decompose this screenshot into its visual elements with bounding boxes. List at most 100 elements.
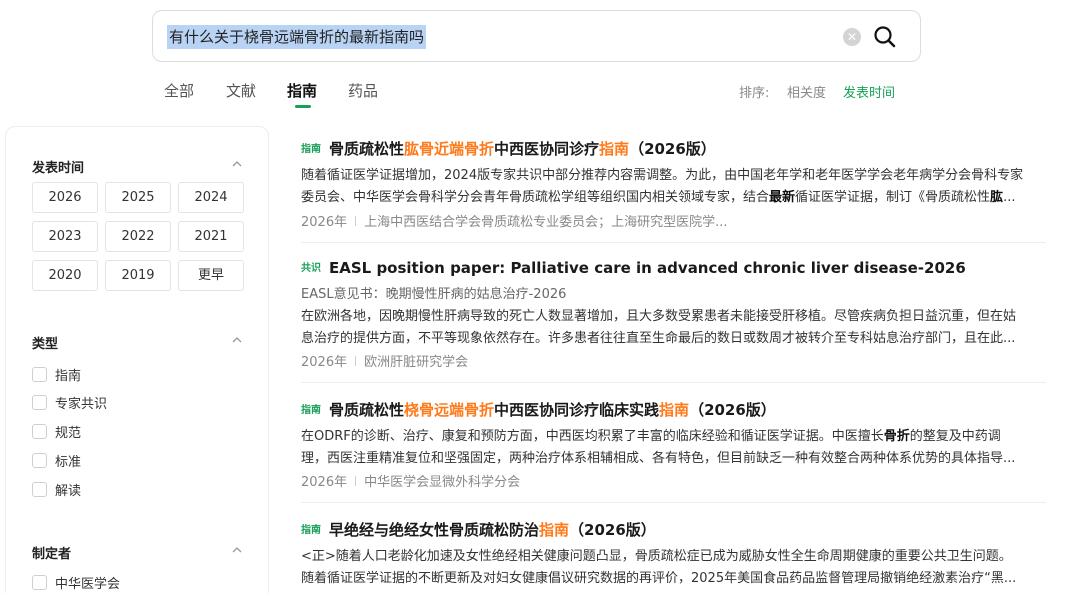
abstract-line: 息治疗的提供方面，不平等现象依然存在。许多患者往往直至生命最后的数日或数周才被转… xyxy=(301,331,1016,346)
checkbox-label: 指南 xyxy=(55,369,82,384)
checkbox-label: 专家共识 xyxy=(55,397,108,412)
title-segment: 骨质疏松性 xyxy=(329,401,405,419)
checkbox-label: 标准 xyxy=(55,455,82,470)
result-item: 共识 EASL position paper: Palliative care i… xyxy=(301,259,1046,383)
result-abstract: 在ODRF的诊断、治疗、康复和预防方面，中西医均积累了丰富的临床经验和循证医学证… xyxy=(301,426,1046,470)
abstract-segment: 在ODRF的诊断、治疗、康复和预防方面，中西医均积累了丰富的临床经验和循证医学证… xyxy=(301,429,884,444)
tab-literature[interactable]: 文献 xyxy=(226,80,256,101)
filter-title-publish-time: 发表时间 xyxy=(32,161,85,176)
search-icon[interactable] xyxy=(872,24,898,50)
year-button-2023[interactable]: 2023 xyxy=(32,221,98,252)
filter-title-maker: 制定者 xyxy=(32,547,72,562)
abstract-line: 随着循证医学证据的不断更新及对妇女健康倡议研究数据的再评价，2025年美国食品药… xyxy=(301,571,1017,586)
result-abstract: 在欧洲各地，因晚期慢性肝病导致的死亡人数显著增加，且大多数受累患者未能接受肝移植… xyxy=(301,306,1046,350)
abstract-line: 随着循证医学证据增加，2024版专家共识中部分推荐内容需调整。为此，由中国老年学… xyxy=(301,168,1024,183)
search-query-text[interactable]: 有什么关于桡骨远端骨折的最新指南吗 xyxy=(167,25,427,49)
result-subtitle: EASL意见书：晚期慢性肝病的姑息治疗-2026 xyxy=(301,287,567,302)
tab-all[interactable]: 全部 xyxy=(164,80,194,101)
title-highlight: 指南 xyxy=(659,401,690,419)
year-button-2025[interactable]: 2025 xyxy=(105,182,171,213)
checkbox-label: 中华医学会 xyxy=(55,577,121,592)
sort-by-relevance[interactable]: 相关度 xyxy=(787,82,826,101)
result-organization: 欧洲肝脏研究学会 xyxy=(364,355,469,370)
result-abstract: <正>随着人口老龄化加速及女性绝经相关健康问题凸显，骨质疏松症已成为威胁女性全生… xyxy=(301,546,1046,590)
result-year: 2026年 xyxy=(301,355,348,370)
checkbox[interactable] xyxy=(32,482,47,497)
title-highlight: 肱骨近端骨折 xyxy=(404,140,495,158)
abstract-keyword: 肱 xyxy=(990,190,1004,205)
tab-guidelines[interactable]: 指南 xyxy=(287,80,317,101)
title-segment: 中西医协同诊疗 xyxy=(494,140,600,158)
year-button-2019[interactable]: 2019 xyxy=(105,260,171,291)
tab-drugs[interactable]: 药品 xyxy=(348,80,378,101)
abstract-segment: ... xyxy=(1003,190,1016,205)
result-title[interactable]: 指南 骨质疏松性肱骨近端骨折中西医协同诊疗指南（2026版） xyxy=(301,138,716,159)
title-segment: EASL position paper: Palliative care in … xyxy=(329,259,966,277)
result-meta: 2026年 欧洲肝脏研究学会 xyxy=(301,351,468,370)
divider xyxy=(301,242,1046,243)
abstract-line: 在欧洲各地，因晚期慢性肝病导致的死亡人数显著增加，且大多数受累患者未能接受肝移植… xyxy=(301,309,1017,324)
abstract-segment: 委员会、中华医学会骨科学分会青年骨质疏松学组等组织国内相关领域专家，结合 xyxy=(301,190,770,205)
year-button-2022[interactable]: 2022 xyxy=(105,221,171,252)
abstract-line: 委员会、中华医学会骨科学分会青年骨质疏松学组等组织国内相关领域专家，结合最新循证… xyxy=(301,187,1046,209)
title-highlight: 桡骨远端骨折 xyxy=(404,401,495,419)
year-button-2026[interactable]: 2026 xyxy=(32,182,98,213)
abstract-keyword: 骨折 xyxy=(883,429,910,444)
chevron-up-icon[interactable] xyxy=(232,159,242,169)
abstract-segment: 循证医学证据，制订《骨质疏松性 xyxy=(795,190,991,205)
title-segment: 早绝经与绝经女性骨质疏松防治 xyxy=(329,521,540,539)
abstract-line: 理，西医注重精准复位和坚强固定，两种治疗体系相辅相成、各有特色，但目前缺乏一种有… xyxy=(301,451,1016,466)
checkbox[interactable] xyxy=(32,453,47,468)
result-abstract: 随着循证医学证据增加，2024版专家共识中部分推荐内容需调整。为此，由中国老年学… xyxy=(301,165,1046,209)
divider xyxy=(301,502,1046,503)
sort-by-publish-time[interactable]: 发表时间 xyxy=(843,82,895,101)
title-segment: 中西医协同诊疗临床实践 xyxy=(494,401,660,419)
checkbox-label: 规范 xyxy=(55,426,82,441)
filter-sidebar: 发表时间 2026 2025 2024 2023 2022 2021 2020 … xyxy=(5,126,269,593)
year-button-earlier[interactable]: 更早 xyxy=(178,260,244,291)
result-title[interactable]: 指南 早绝经与绝经女性骨质疏松防治指南（2026版） xyxy=(301,519,656,540)
checkbox[interactable] xyxy=(32,424,47,439)
result-organization: 中华医学会显微外科学分会 xyxy=(364,475,521,490)
title-segment: （2026版） xyxy=(689,401,776,419)
checkbox-label: 解读 xyxy=(55,484,82,499)
result-year: 2026年 xyxy=(301,215,348,230)
result-meta: 2026年 中华医学会显微外科学分会 xyxy=(301,471,520,490)
chevron-up-icon[interactable] xyxy=(232,335,242,345)
result-title[interactable]: 指南 骨质疏松性桡骨远端骨折中西医协同诊疗临床实践指南（2026版） xyxy=(301,399,776,420)
checkbox[interactable] xyxy=(32,395,47,410)
divider xyxy=(301,382,1046,383)
title-segment: （2026版） xyxy=(629,140,716,158)
year-button-2021[interactable]: 2021 xyxy=(178,221,244,252)
result-type-badge: 指南 xyxy=(301,144,321,155)
result-item: 指南 早绝经与绝经女性骨质疏松防治指南（2026版） <正>随着人口老龄化加速及女… xyxy=(301,519,1046,593)
result-organization: 上海中西医结合学会骨质疏松专业委员会；上海研究型医院学... xyxy=(364,215,728,230)
title-highlight: 指南 xyxy=(599,140,630,158)
checkbox[interactable] xyxy=(32,367,47,382)
abstract-line: 在ODRF的诊断、治疗、康复和预防方面，中西医均积累了丰富的临床经验和循证医学证… xyxy=(301,426,1046,448)
title-highlight: 指南 xyxy=(539,521,570,539)
abstract-segment: 的整复及中药调 xyxy=(909,429,1001,444)
result-item: 指南 骨质疏松性桡骨远端骨折中西医协同诊疗临床实践指南（2026版） 在ODRF的… xyxy=(301,399,1046,503)
search-bar: 有什么关于桡骨远端骨折的最新指南吗 ✕ xyxy=(152,10,921,62)
search-input[interactable]: 有什么关于桡骨远端骨折的最新指南吗 xyxy=(167,25,427,49)
filter-title-type: 类型 xyxy=(32,337,59,352)
meta-separator xyxy=(355,476,357,486)
result-title[interactable]: 共识 EASL position paper: Palliative care i… xyxy=(301,259,966,277)
result-type-badge: 共识 xyxy=(301,263,321,274)
checkbox[interactable] xyxy=(32,575,47,590)
result-type-badge: 指南 xyxy=(301,405,321,416)
active-tab-indicator xyxy=(295,105,311,108)
abstract-keyword: 最新 xyxy=(769,190,796,205)
result-item: 指南 骨质疏松性肱骨近端骨折中西医协同诊疗指南（2026版） 随着循证医学证据增加… xyxy=(301,138,1046,243)
result-type-badge: 指南 xyxy=(301,525,321,536)
year-button-2020[interactable]: 2020 xyxy=(32,260,98,291)
year-button-2024[interactable]: 2024 xyxy=(178,182,244,213)
abstract-line: <正>随着人口老龄化加速及女性绝经相关健康问题凸显，骨质疏松症已成为威胁女性全生… xyxy=(301,549,1012,564)
chevron-up-icon[interactable] xyxy=(232,545,242,555)
clear-icon[interactable]: ✕ xyxy=(843,28,861,46)
title-segment: 骨质疏松性 xyxy=(329,140,405,158)
result-year: 2026年 xyxy=(301,475,348,490)
title-segment: （2026版） xyxy=(569,521,656,539)
sort-label: 排序: xyxy=(739,86,770,101)
